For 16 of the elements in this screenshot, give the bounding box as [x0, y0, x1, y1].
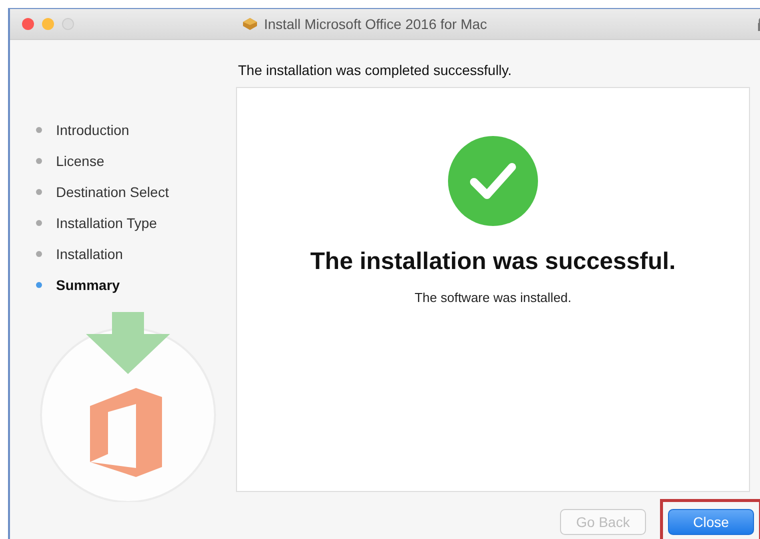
window-title: Install Microsoft Office 2016 for Mac [264, 16, 488, 32]
status-message: The installation was completed successfully. [237, 61, 513, 80]
step-item: Installation Type [36, 207, 236, 238]
minimize-window-icon[interactable] [42, 18, 54, 30]
close-window-icon[interactable] [22, 18, 34, 30]
step-item: Summary [36, 269, 236, 300]
step-item: Introduction [36, 114, 236, 145]
close-button[interactable]: Close [668, 509, 754, 535]
success-heading: The installation was successful. [310, 248, 676, 276]
step-item: License [36, 145, 236, 176]
zoom-window-icon[interactable] [62, 18, 74, 30]
step-item: Installation [36, 238, 236, 269]
package-icon [242, 17, 258, 31]
success-message: The software was installed. [414, 290, 572, 305]
step-item: Destination Select [36, 176, 236, 207]
success-check-icon [448, 136, 538, 226]
